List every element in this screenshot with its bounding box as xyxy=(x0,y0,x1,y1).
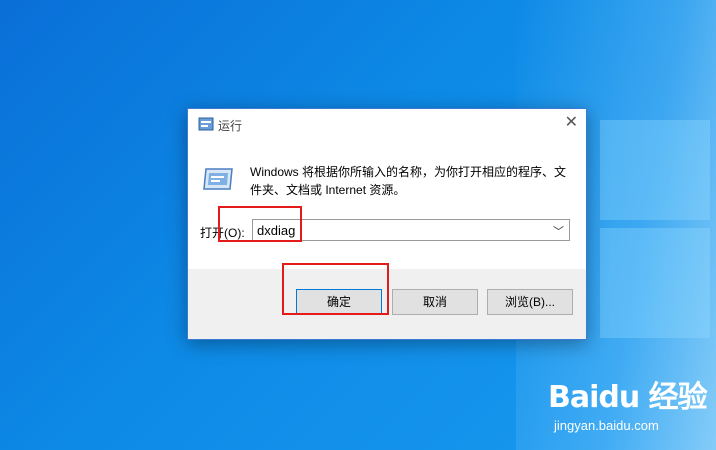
dialog-description: Windows 将根据你所输入的名称，为你打开相应的程序、文件夹、文档或 Int… xyxy=(250,165,567,197)
baidu-watermark: Baidu 经验 jingyan.baidu.com xyxy=(548,372,708,433)
highlight-open-input xyxy=(218,206,302,242)
watermark-logo: Baidu 经验 xyxy=(548,380,708,415)
watermark-url: jingyan.baidu.com xyxy=(554,418,659,433)
title-bar: 运行 ✕ xyxy=(188,109,586,139)
chevron-down-icon[interactable]: ﹀ xyxy=(553,223,564,239)
cancel-button[interactable]: 取消 xyxy=(392,289,478,315)
desktop-logo-pane xyxy=(600,120,710,220)
highlight-ok-button xyxy=(282,263,389,315)
run-app-icon xyxy=(198,117,214,131)
close-button[interactable]: ✕ xyxy=(565,115,578,131)
dialog-title: 运行 xyxy=(218,119,243,133)
dialog-body: Windows 将根据你所输入的名称，为你打开相应的程序、文件夹、文档或 Int… xyxy=(188,139,586,269)
desktop-logo-pane xyxy=(600,228,710,338)
run-icon xyxy=(203,168,233,190)
browse-button[interactable]: 浏览(B)... xyxy=(487,289,573,315)
